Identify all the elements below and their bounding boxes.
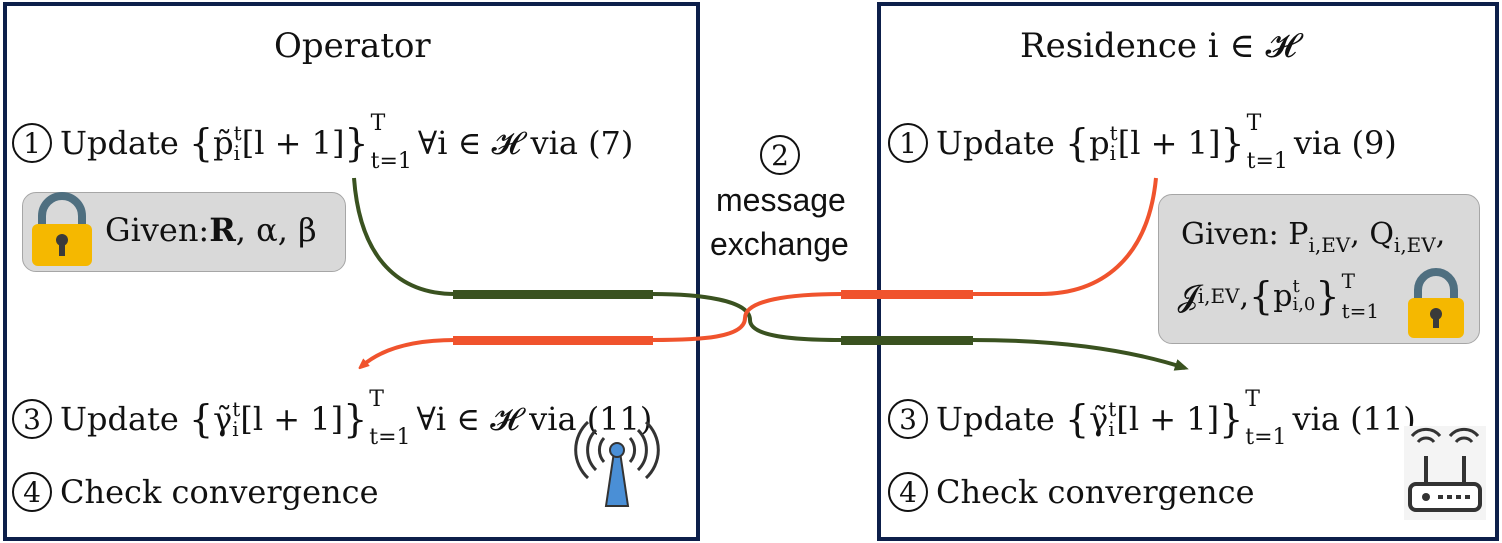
antenna-icon (574, 420, 660, 507)
lock-icon (32, 192, 92, 266)
green-thick-left (453, 290, 653, 299)
orange-thick-right (841, 290, 973, 299)
green-thick-right (841, 336, 973, 345)
diagram-graphics (32, 177, 1486, 520)
lock-icon (1408, 268, 1464, 338)
orange-thick-left (453, 336, 653, 345)
router-icon (1404, 426, 1486, 520)
